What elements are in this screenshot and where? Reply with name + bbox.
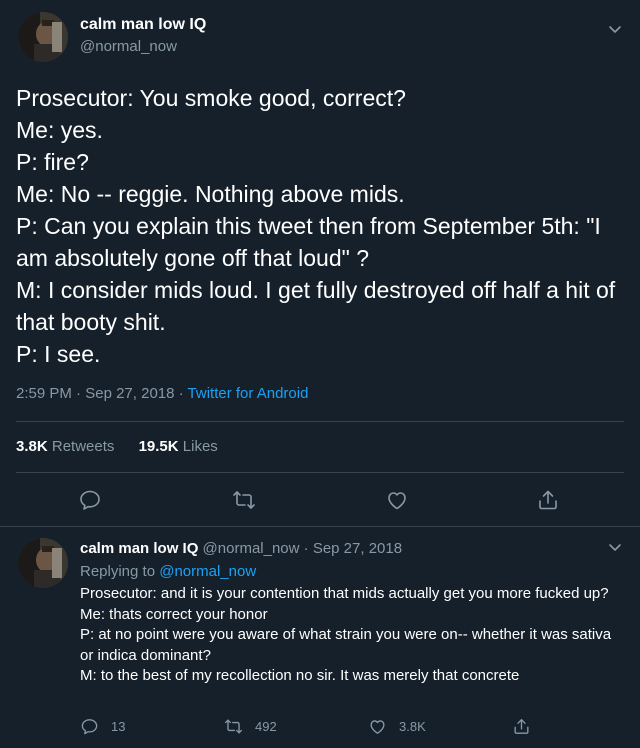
meta-separator: · (299, 540, 313, 557)
likes-label: Likes (182, 438, 218, 455)
retweet-icon (224, 718, 243, 734)
tweet-meta: 2:59 PM · Sep 27, 2018 · Twitter for And… (16, 385, 308, 402)
meta-separator: · (174, 385, 188, 402)
share-button[interactable] (512, 716, 543, 736)
like-button[interactable]: 3.8K (368, 716, 426, 736)
retweet-count: 492 (255, 718, 277, 734)
retweet-icon[interactable] (232, 488, 256, 512)
tweet-date[interactable]: Sep 27, 2018 (85, 385, 174, 402)
share-icon[interactable] (536, 488, 560, 512)
replying-prefix: Replying to (80, 563, 156, 580)
meta-separator: · (71, 385, 86, 402)
reply-text: Prosecutor: and it is your contention th… (80, 585, 612, 684)
retweet-button[interactable]: 492 (224, 716, 277, 736)
chevron-down-icon[interactable] (606, 538, 624, 556)
reply-header: calm man low IQ @normal_now · Sep 27, 20… (80, 540, 402, 557)
tweet-stats: 3.8K Retweets 19.5K Likes (16, 438, 238, 455)
share-icon (514, 718, 529, 734)
divider (16, 472, 624, 473)
display-name[interactable]: calm man low IQ (80, 16, 206, 34)
tweet-time[interactable]: 2:59 PM (16, 385, 72, 402)
replying-to: Replying to @normal_now (80, 563, 256, 580)
tweet-client-link[interactable]: Twitter for Android (188, 385, 309, 402)
like-count: 3.8K (399, 718, 426, 734)
reply-count: 13 (111, 718, 126, 734)
handle[interactable]: @normal_now (80, 38, 177, 55)
reply-date[interactable]: Sep 27, 2018 (313, 540, 402, 557)
retweets-count: 3.8K (16, 438, 48, 455)
heart-icon (370, 719, 385, 734)
likes-count: 19.5K (138, 438, 179, 455)
chevron-down-icon[interactable] (606, 20, 624, 38)
reply-icon (81, 718, 98, 734)
reply-display-name[interactable]: calm man low IQ (80, 540, 198, 557)
retweets-label: Retweets (51, 438, 115, 455)
likes-stat[interactable]: 19.5K Likes (139, 438, 218, 455)
avatar[interactable] (18, 12, 68, 62)
reply-handle[interactable]: @normal_now (203, 540, 300, 557)
reply-icon[interactable] (78, 488, 102, 512)
avatar[interactable] (18, 538, 68, 588)
retweets-stat[interactable]: 3.8K Retweets (16, 438, 114, 455)
avatar-image (18, 538, 68, 588)
reply-button[interactable]: 13 (80, 716, 125, 736)
replying-to-link[interactable]: @normal_now (159, 563, 256, 580)
divider (16, 421, 624, 422)
tweet-text: Prosecutor: You smoke good, correct? Me:… (16, 85, 616, 367)
tweet-separator (0, 526, 640, 527)
avatar-image (18, 12, 68, 62)
heart-icon[interactable] (385, 488, 409, 512)
